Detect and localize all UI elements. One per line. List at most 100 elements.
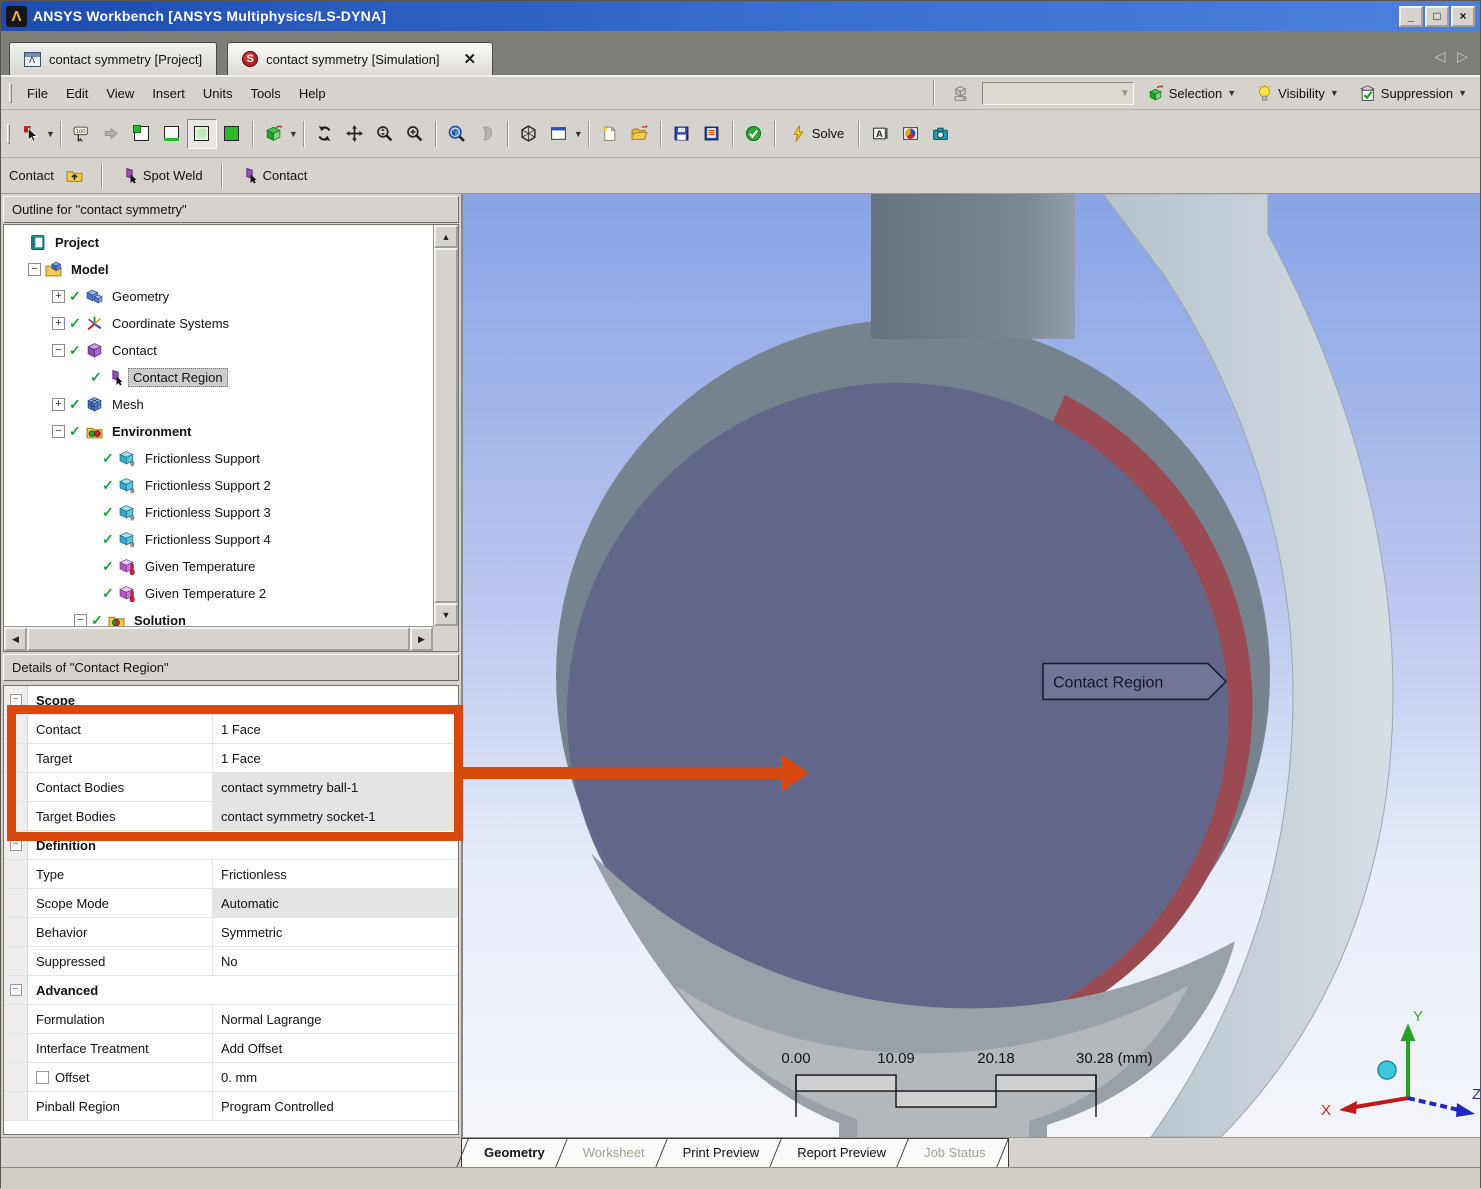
rotate-icon[interactable] bbox=[310, 119, 340, 149]
tree-item-contact-region[interactable]: ✓ Contact Region bbox=[4, 364, 458, 391]
tab-geometry[interactable]: Geometry bbox=[468, 1139, 561, 1167]
menu-units[interactable]: Units bbox=[194, 81, 242, 106]
image-icon[interactable] bbox=[895, 119, 925, 149]
expand-expander-icon[interactable]: + bbox=[52, 290, 65, 303]
collapse-section-icon[interactable]: − bbox=[10, 839, 22, 851]
details-value[interactable]: Symmetric bbox=[213, 918, 458, 946]
new-file-icon[interactable] bbox=[595, 119, 625, 149]
go-up-folder-icon[interactable] bbox=[60, 161, 90, 191]
details-value[interactable]: Frictionless bbox=[213, 860, 458, 888]
tree-item-label[interactable]: Frictionless Support 3 bbox=[140, 503, 276, 522]
menu-edit[interactable]: Edit bbox=[57, 81, 97, 106]
screenshot-camera-icon[interactable] bbox=[925, 119, 955, 149]
tree-item-frictionless-support-2[interactable]: ✓ Frictionless Support 2 bbox=[4, 472, 458, 499]
details-value[interactable]: 1 Face bbox=[213, 744, 458, 772]
contact-button[interactable]: Contact bbox=[234, 163, 315, 188]
text-annotation-icon[interactable] bbox=[865, 119, 895, 149]
body-select-icon[interactable] bbox=[217, 119, 247, 149]
visibility-dropdown[interactable]: Visibility ▼ bbox=[1249, 82, 1346, 105]
select-cursor-icon[interactable] bbox=[16, 119, 46, 149]
close-icon[interactable]: × bbox=[1451, 6, 1475, 27]
chevron-down-icon[interactable]: ▼ bbox=[289, 129, 298, 139]
tree-item-label[interactable]: Given Temperature bbox=[140, 557, 260, 576]
collapse-expander-icon[interactable]: − bbox=[52, 344, 65, 357]
menu-file[interactable]: File bbox=[18, 81, 57, 106]
scrollbar-thumb[interactable] bbox=[27, 627, 410, 651]
expand-expander-icon[interactable]: + bbox=[52, 317, 65, 330]
tree-vertical-scrollbar[interactable]: ▲ ▼ bbox=[433, 225, 458, 626]
chevron-down-icon[interactable]: ▼ bbox=[574, 129, 583, 139]
collapse-section-icon[interactable]: − bbox=[10, 984, 22, 996]
details-value[interactable]: Normal Lagrange bbox=[213, 1005, 458, 1033]
named-selection-group-icon[interactable] bbox=[946, 78, 976, 108]
tree-item-environment[interactable]: − ✓ Environment bbox=[4, 418, 458, 445]
save-icon[interactable] bbox=[667, 119, 697, 149]
tree-item-label[interactable]: Frictionless Support 2 bbox=[140, 476, 276, 495]
tree-item-frictionless-support-3[interactable]: ✓ Frictionless Support 3 bbox=[4, 499, 458, 526]
solve-button[interactable]: Solve bbox=[781, 121, 854, 146]
menu-view[interactable]: View bbox=[97, 81, 143, 106]
details-value[interactable]: 1 Face bbox=[213, 715, 458, 743]
tree-item-label[interactable]: Coordinate Systems bbox=[107, 314, 234, 333]
scroll-left-icon[interactable]: ◀ bbox=[4, 627, 27, 651]
tab-print-preview[interactable]: Print Preview bbox=[667, 1139, 776, 1167]
tree-item-geometry[interactable]: + ✓ Geometry bbox=[4, 283, 458, 310]
tree-item-label[interactable]: Contact bbox=[107, 341, 162, 360]
tree-item-label[interactable]: Environment bbox=[107, 422, 196, 441]
tree-item-mesh[interactable]: + ✓ Mesh bbox=[4, 391, 458, 418]
details-value[interactable]: Program Controlled bbox=[213, 1092, 458, 1120]
tree-item-label[interactable]: Contact Region bbox=[128, 368, 228, 387]
minimize-icon[interactable]: _ bbox=[1399, 6, 1423, 27]
collapse-expander-icon[interactable]: − bbox=[52, 425, 65, 438]
face-select-icon[interactable] bbox=[187, 119, 217, 149]
tree-item-label[interactable]: Frictionless Support bbox=[140, 449, 265, 468]
tree-item-frictionless-support[interactable]: ✓ Frictionless Support bbox=[4, 445, 458, 472]
open-file-icon[interactable] bbox=[625, 119, 655, 149]
suppression-dropdown[interactable]: Suppression ▼ bbox=[1352, 82, 1474, 105]
expand-expander-icon[interactable]: + bbox=[52, 398, 65, 411]
check-status-icon[interactable] bbox=[739, 119, 769, 149]
tree-item-label[interactable]: Mesh bbox=[107, 395, 149, 414]
edge-select-icon[interactable] bbox=[157, 119, 187, 149]
scrollbar-thumb[interactable] bbox=[434, 248, 458, 603]
tree-item-given-temperature[interactable]: ✓ Given Temperature bbox=[4, 553, 458, 580]
tree-item-contact[interactable]: − ✓ Contact bbox=[4, 337, 458, 364]
offset-checkbox[interactable] bbox=[36, 1071, 49, 1084]
tree-item-given-temperature-2[interactable]: ✓ Given Temperature 2 bbox=[4, 580, 458, 607]
tree-horizontal-scrollbar[interactable]: ◀ ▶ bbox=[4, 626, 433, 651]
select-by-id-icon[interactable] bbox=[67, 119, 97, 149]
tree-item-label[interactable]: Given Temperature 2 bbox=[140, 584, 271, 603]
zoom-in-icon[interactable] bbox=[400, 119, 430, 149]
scroll-down-icon[interactable]: ▼ bbox=[434, 603, 458, 626]
tree-item-coordinate-systems[interactable]: + ✓ Coordinate Systems bbox=[4, 310, 458, 337]
menu-insert[interactable]: Insert bbox=[143, 81, 194, 106]
details-value[interactable]: 0. mm bbox=[213, 1063, 458, 1091]
tab-project[interactable]: contact symmetry [Project] bbox=[9, 42, 217, 75]
pan-icon[interactable] bbox=[340, 119, 370, 149]
selection-dropdown[interactable]: Selection ▼ bbox=[1140, 82, 1243, 105]
tree-item-frictionless-support-4[interactable]: ✓ Frictionless Support 4 bbox=[4, 526, 458, 553]
tab-nav-arrows-icon[interactable]: ◁ ▷ bbox=[1435, 48, 1472, 75]
menu-tools[interactable]: Tools bbox=[241, 81, 289, 106]
tree-item-project[interactable]: Project bbox=[4, 229, 458, 256]
scroll-up-icon[interactable]: ▲ bbox=[434, 225, 458, 248]
zoom-to-fit-icon[interactable] bbox=[442, 119, 472, 149]
collapse-expander-icon[interactable]: − bbox=[28, 263, 41, 276]
tab-report-preview[interactable]: Report Preview bbox=[781, 1139, 902, 1167]
scroll-right-icon[interactable]: ▶ bbox=[410, 627, 433, 651]
chevron-down-icon[interactable]: ▼ bbox=[46, 129, 55, 139]
named-selection-combobox[interactable]: ▼ bbox=[982, 82, 1134, 105]
vertex-select-icon[interactable] bbox=[127, 119, 157, 149]
collapse-section-icon[interactable]: − bbox=[10, 694, 22, 706]
geometry-viewport[interactable]: Contact Region 0.00 10.09 20.18 30.28 (m… bbox=[463, 194, 1480, 1137]
tab-simulation[interactable]: S contact symmetry [Simulation] ✕ bbox=[227, 42, 493, 75]
viewports-icon[interactable] bbox=[544, 119, 574, 149]
save-project-icon[interactable] bbox=[697, 119, 727, 149]
details-value[interactable]: Add Offset bbox=[213, 1034, 458, 1062]
details-value[interactable]: No bbox=[213, 947, 458, 975]
tree-item-label[interactable]: Model bbox=[66, 260, 114, 279]
tree-item-model[interactable]: − Model bbox=[4, 256, 458, 283]
adjacent-select-icon[interactable] bbox=[97, 119, 127, 149]
maximize-icon[interactable]: □ bbox=[1425, 6, 1449, 27]
menu-help[interactable]: Help bbox=[290, 81, 335, 106]
